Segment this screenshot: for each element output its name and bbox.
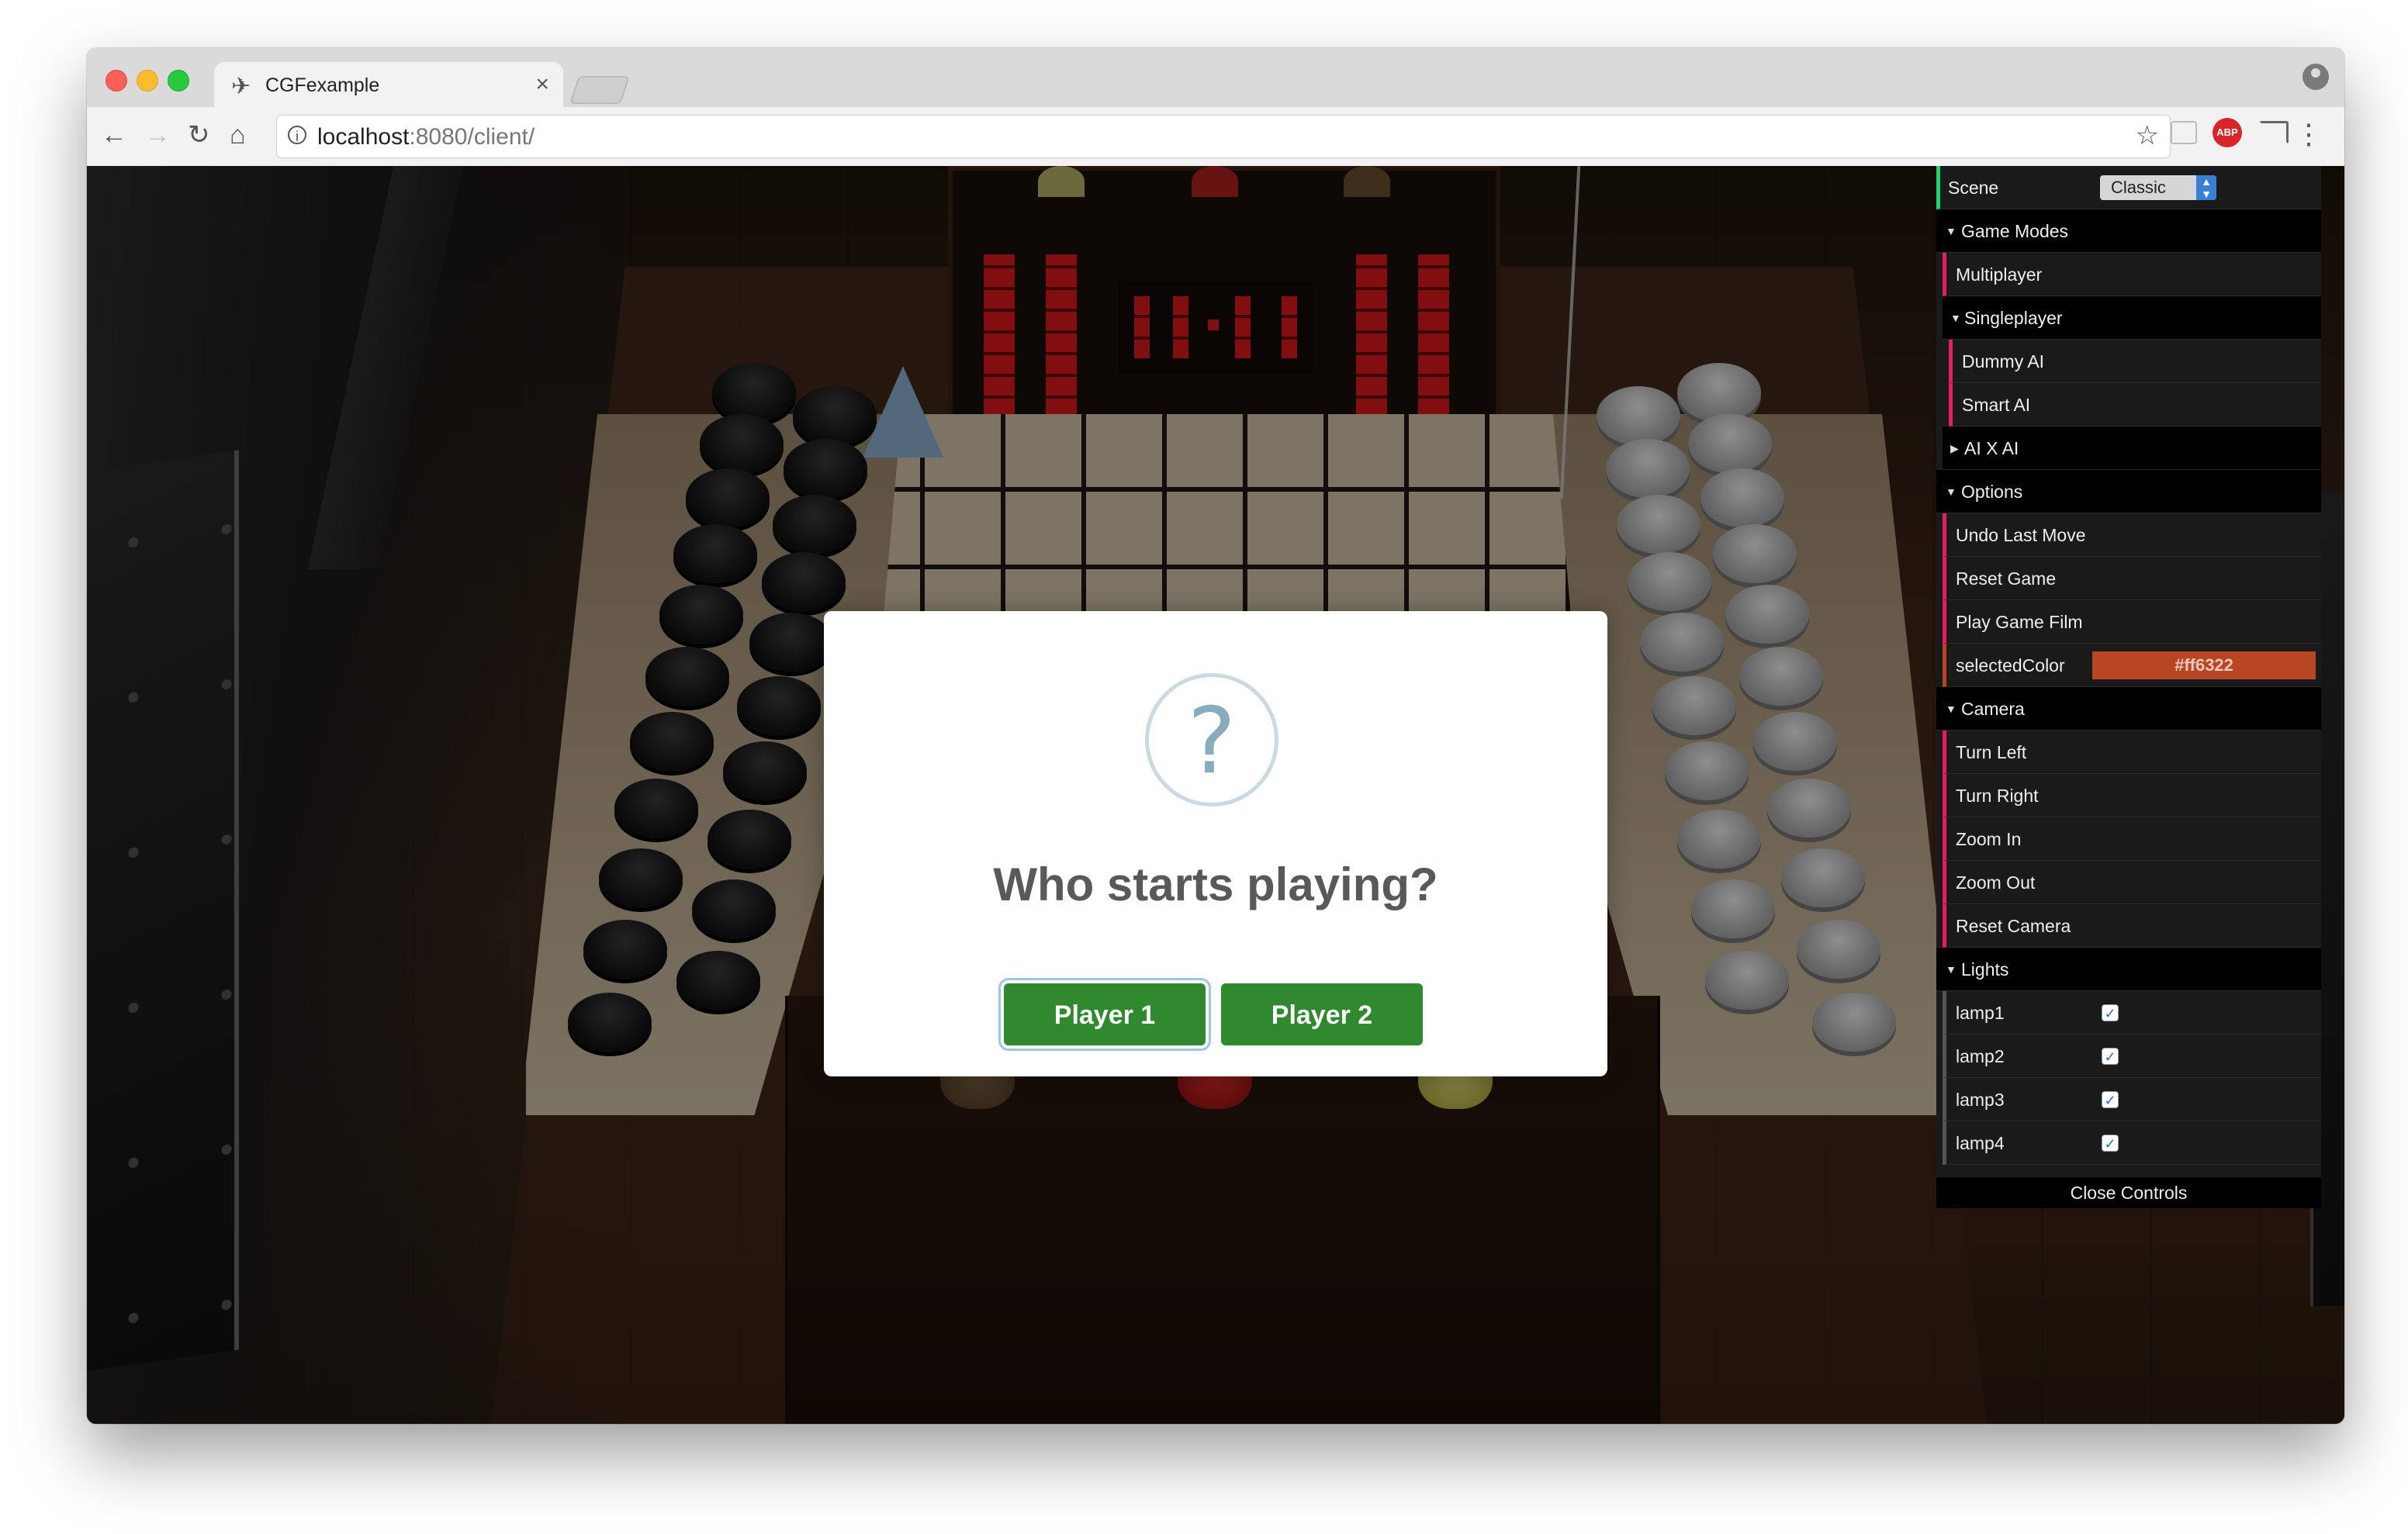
lamp4-checkbox[interactable]: ✓: [2102, 1135, 2119, 1152]
chevron-down-icon: ▼: [1946, 485, 1956, 498]
adblock-icon[interactable]: ABP: [2213, 118, 2242, 147]
reload-icon[interactable]: ↻: [188, 118, 210, 152]
reset-camera-button[interactable]: Reset Camera: [1943, 904, 2321, 948]
reset-game-button[interactable]: Reset Game: [1943, 557, 2321, 600]
dummy-ai-button[interactable]: Dummy AI: [1949, 340, 2321, 383]
turn-left-button[interactable]: Turn Left: [1943, 731, 2321, 774]
scene-row: Scene Classic ▲ ▼: [1936, 166, 2321, 209]
multiplayer-button[interactable]: Multiplayer: [1943, 253, 2321, 296]
selected-color-input[interactable]: #ff6322: [2092, 651, 2316, 679]
play-game-film-button[interactable]: Play Game Film: [1943, 600, 2321, 644]
scene-select[interactable]: Classic ▲ ▼: [2100, 175, 2216, 200]
extension-message-icon[interactable]: [2171, 121, 2197, 144]
profile-icon[interactable]: [2302, 64, 2329, 90]
url-text[interactable]: localhost:8080/client/: [317, 124, 535, 150]
close-controls-button[interactable]: Close Controls: [1936, 1177, 2321, 1208]
close-window-icon[interactable]: [106, 70, 127, 92]
address-bar[interactable]: i localhost:8080/client/ ☆: [276, 115, 2171, 158]
lamp2-checkbox[interactable]: ✓: [2102, 1048, 2119, 1065]
home-icon[interactable]: ⌂: [230, 118, 246, 152]
zoom-in-button[interactable]: Zoom In: [1943, 817, 2321, 861]
select-arrows-icon: ▲ ▼: [2196, 175, 2216, 200]
dialog-title: Who starts playing?: [993, 859, 1438, 910]
player-1-button[interactable]: Player 1: [1004, 983, 1206, 1045]
selected-color-row: selectedColor #ff6322: [1943, 644, 2321, 687]
zoom-window-icon[interactable]: [168, 70, 189, 92]
info-icon[interactable]: i: [288, 126, 306, 144]
lamp4-row: lamp4 ✓: [1943, 1121, 2321, 1165]
chevron-down-icon: ▼: [1950, 312, 1961, 324]
lamp2-row: lamp2 ✓: [1943, 1035, 2321, 1078]
who-starts-dialog: ? Who starts playing? Player 1 Player 2: [824, 611, 1607, 1076]
chevron-down-icon: ▼: [1946, 703, 1956, 715]
scene-label: Scene: [1948, 178, 1999, 198]
cast-icon[interactable]: [2259, 121, 2289, 144]
back-arrow-icon[interactable]: ←: [101, 118, 127, 152]
tab-close-icon[interactable]: ×: [535, 71, 549, 98]
lamp1-row: lamp1 ✓: [1943, 991, 2321, 1035]
browser-window: ✈ CGFexample × ← → ↻ ⌂ i localhost:8080/…: [87, 48, 2344, 1424]
folder-camera[interactable]: ▼ Camera: [1936, 687, 2321, 731]
folder-lights[interactable]: ▼ Lights: [1936, 948, 2321, 991]
folder-singleplayer[interactable]: ▼ Singleplayer: [1943, 296, 2321, 340]
chevron-right-icon: ▶: [1950, 442, 1959, 454]
folder-game-modes[interactable]: ▼ Game Modes: [1936, 209, 2321, 253]
lamp3-row: lamp3 ✓: [1943, 1078, 2321, 1121]
forward-arrow-icon[interactable]: →: [144, 118, 171, 152]
new-tab-button[interactable]: [569, 76, 630, 104]
chevron-down-icon: ▼: [1946, 225, 1956, 237]
lamp3-checkbox[interactable]: ✓: [2102, 1091, 2119, 1108]
webgl-canvas[interactable]: ? Who starts playing? Player 1 Player 2 …: [87, 166, 2344, 1424]
browser-tab[interactable]: ✈ CGFexample ×: [214, 62, 563, 109]
controls-panel: Scene Classic ▲ ▼ ▼ Game Modes Multiplaye…: [1936, 166, 2321, 1208]
airplane-icon: ✈: [231, 74, 251, 99]
chevron-down-icon: ▼: [1946, 963, 1956, 976]
turn-right-button[interactable]: Turn Right: [1943, 774, 2321, 817]
smart-ai-button[interactable]: Smart AI: [1949, 383, 2321, 427]
lamp1-checkbox[interactable]: ✓: [2102, 1004, 2119, 1021]
question-icon: ?: [1145, 673, 1278, 807]
tab-title: CGFexample: [265, 74, 380, 96]
bookmark-star-icon[interactable]: ☆: [2136, 120, 2159, 151]
minimize-window-icon[interactable]: [137, 70, 158, 92]
zoom-out-button[interactable]: Zoom Out: [1943, 861, 2321, 904]
undo-last-move-button[interactable]: Undo Last Move: [1943, 513, 2321, 557]
folder-options[interactable]: ▼ Options: [1936, 470, 2321, 513]
browser-menu-icon[interactable]: ⋮: [2295, 115, 2323, 154]
browser-toolbar: ← → ↻ ⌂ i localhost:8080/client/ ☆ ABP ⋮: [87, 107, 2344, 167]
player-2-button[interactable]: Player 2: [1221, 983, 1423, 1045]
tab-bar: ✈ CGFexample ×: [87, 48, 2344, 109]
folder-ai-x-ai[interactable]: ▶ AI X AI: [1943, 427, 2321, 470]
